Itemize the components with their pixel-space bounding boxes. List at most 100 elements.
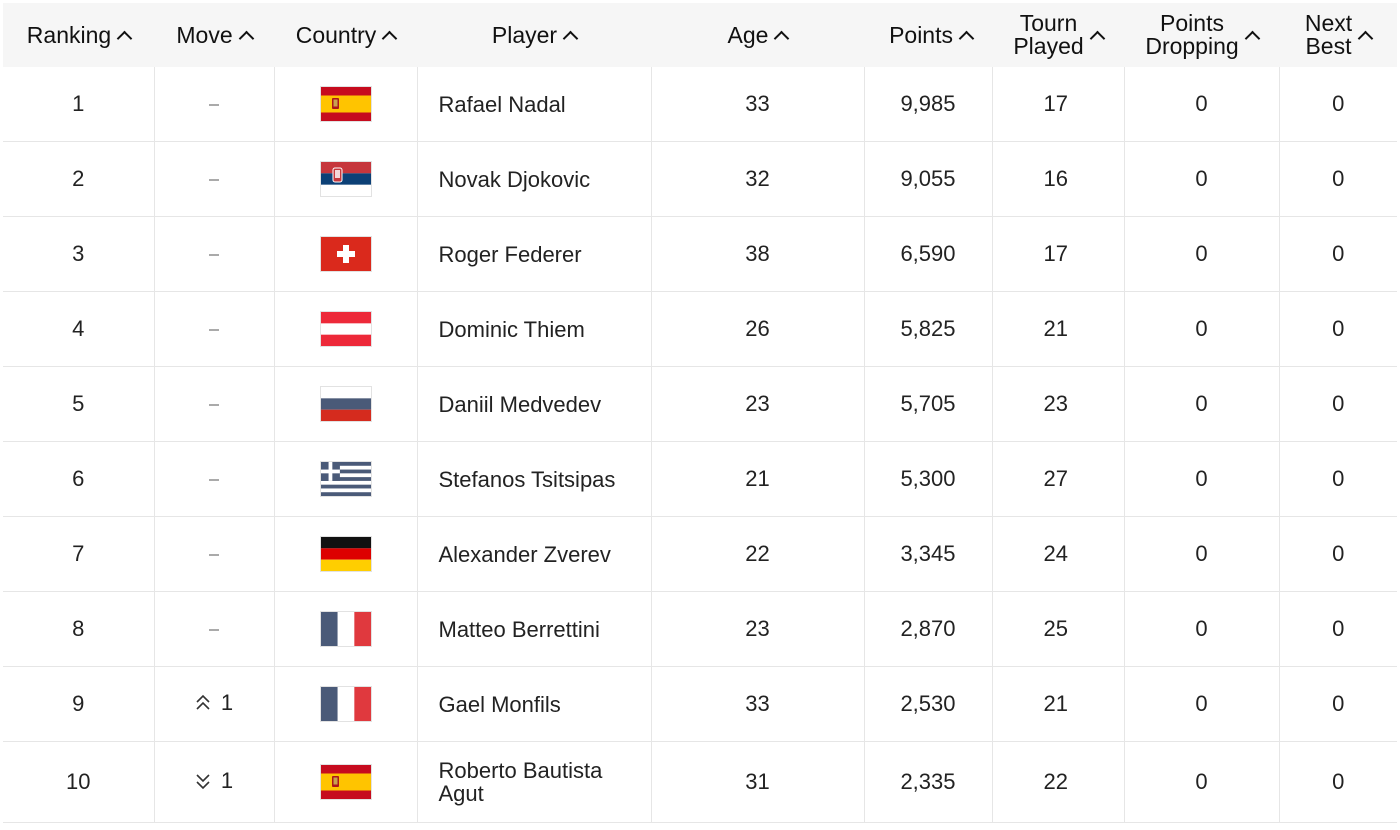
header-points-label: Points <box>889 21 953 48</box>
no-move-dash-icon <box>209 479 219 482</box>
cell-points-dropping: 0 <box>1124 67 1280 142</box>
table-row[interactable]: 6 Stefanos Tsitsipas 21 5,300 27 0 0 <box>3 441 1397 517</box>
header-points-dropping-label: Points Dropping <box>1145 12 1238 58</box>
player-name-link[interactable]: Gael Monfils <box>439 693 561 716</box>
spain-flag-icon <box>320 87 371 121</box>
cell-tourn-played: 22 <box>992 741 1125 823</box>
player-name-link[interactable]: Stefanos Tsitsipas <box>439 468 616 491</box>
move-up-icon <box>195 694 211 712</box>
table-row[interactable]: 1 Rafael Nadal 33 9,985 17 0 0 <box>3 67 1397 142</box>
cell-age: 32 <box>651 141 865 217</box>
header-tourn-played[interactable]: Tourn Played <box>992 3 1124 67</box>
cell-player[interactable]: Roberto Bautista Agut <box>417 741 652 823</box>
player-name-link[interactable]: Roberto Bautista Agut <box>439 759 629 805</box>
cell-next-best: 0 <box>1279 366 1397 442</box>
cell-age: 38 <box>651 216 865 292</box>
cell-next-best: 0 <box>1279 67 1397 142</box>
header-next-line2: Best <box>1305 33 1352 59</box>
cell-points-dropping: 0 <box>1124 291 1280 367</box>
cell-move <box>154 366 275 442</box>
cell-country <box>274 141 418 217</box>
header-player-label: Player <box>491 21 558 48</box>
header-ranking[interactable]: Ranking <box>3 3 154 67</box>
player-name-link[interactable]: Dominic Thiem <box>439 318 585 341</box>
cell-points-dropping: 0 <box>1124 666 1280 742</box>
cell-country <box>274 67 418 142</box>
player-name-link[interactable]: Alexander Zverev <box>439 543 611 566</box>
player-name-link[interactable]: Roger Federer <box>439 243 582 266</box>
table-row[interactable]: 5 Daniil Medvedev 23 5,705 23 0 0 <box>3 366 1397 442</box>
no-move-dash-icon <box>209 179 219 182</box>
cell-player[interactable]: Matteo Berrettini <box>417 591 652 667</box>
cell-move <box>154 441 275 517</box>
cell-next-best: 0 <box>1279 141 1397 217</box>
cell-points: 5,300 <box>864 441 993 517</box>
header-points-dropping[interactable]: Points Dropping <box>1124 3 1279 67</box>
cell-player[interactable]: Dominic Thiem <box>417 291 652 367</box>
cell-player[interactable]: Novak Djokovic <box>417 141 652 217</box>
switzerland-flag-icon <box>320 237 371 271</box>
no-move-dash-icon <box>209 104 219 107</box>
cell-points: 9,985 <box>864 67 993 142</box>
cell-ranking: 9 <box>3 666 155 742</box>
move-down-icon <box>195 772 211 790</box>
header-next-best-label: Next Best <box>1305 12 1352 58</box>
cell-tourn-played: 27 <box>992 441 1125 517</box>
cell-points: 2,335 <box>864 741 993 823</box>
cell-next-best: 0 <box>1279 441 1397 517</box>
cell-tourn-played: 23 <box>992 366 1125 442</box>
cell-next-best: 0 <box>1279 741 1397 823</box>
cell-move <box>154 291 275 367</box>
move-value: 1 <box>220 768 234 793</box>
cell-tourn-played: 25 <box>992 591 1125 667</box>
cell-ranking: 6 <box>3 441 155 517</box>
header-move[interactable]: Move <box>154 3 274 67</box>
table-row[interactable]: 9 1 Gael Monfils 33 2,530 21 0 0 <box>3 666 1397 742</box>
cell-next-best: 0 <box>1279 216 1397 292</box>
cell-move <box>154 516 275 592</box>
player-name-link[interactable]: Matteo Berrettini <box>439 618 600 641</box>
header-player[interactable]: Player <box>417 3 651 67</box>
no-move-dash-icon <box>209 554 219 557</box>
cell-points-dropping: 0 <box>1124 366 1280 442</box>
sort-caret-icon <box>774 30 790 46</box>
cell-age: 22 <box>651 516 865 592</box>
cell-points: 2,870 <box>864 591 993 667</box>
table-row[interactable]: 3 Roger Federer 38 6,590 17 0 0 <box>3 216 1397 292</box>
header-points[interactable]: Points <box>864 3 992 67</box>
table-row[interactable]: 7 Alexander Zverev 22 3,345 24 0 0 <box>3 516 1397 592</box>
cell-player[interactable]: Stefanos Tsitsipas <box>417 441 652 517</box>
cell-tourn-played: 21 <box>992 666 1125 742</box>
table-row[interactable]: 10 1 Roberto Bautista Agut 31 2,335 22 0 0 <box>3 741 1397 823</box>
header-age[interactable]: Age <box>651 3 864 67</box>
header-country[interactable]: Country <box>274 3 417 67</box>
header-next-best[interactable]: Next Best <box>1279 3 1397 67</box>
player-name-link[interactable]: Novak Djokovic <box>439 168 591 191</box>
cell-move: 1 <box>154 741 275 823</box>
greece-flag-icon <box>320 462 371 496</box>
table-row[interactable]: 4 Dominic Thiem 26 5,825 21 0 0 <box>3 291 1397 367</box>
cell-country <box>274 516 418 592</box>
cell-player[interactable]: Roger Federer <box>417 216 652 292</box>
cell-ranking: 8 <box>3 591 155 667</box>
cell-player[interactable]: Rafael Nadal <box>417 67 652 142</box>
table-row[interactable]: 2 Novak Djokovic 32 9,055 16 0 0 <box>3 141 1397 217</box>
cell-country <box>274 291 418 367</box>
cell-move <box>154 67 275 142</box>
cell-country <box>274 441 418 517</box>
table-row[interactable]: 8 Matteo Berrettini 23 2,870 25 0 0 <box>3 591 1397 667</box>
russia-flag-icon <box>320 387 371 421</box>
rankings-table-container: Ranking Move Country Player Age Points T… <box>3 3 1397 823</box>
sort-caret-icon <box>238 30 254 46</box>
cell-player[interactable]: Gael Monfils <box>417 666 652 742</box>
player-name-link[interactable]: Daniil Medvedev <box>439 393 602 416</box>
cell-points-dropping: 0 <box>1124 441 1280 517</box>
cell-player[interactable]: Alexander Zverev <box>417 516 652 592</box>
no-move-dash-icon <box>209 329 219 332</box>
no-move-dash-icon <box>209 404 219 407</box>
cell-player[interactable]: Daniil Medvedev <box>417 366 652 442</box>
cell-next-best: 0 <box>1279 516 1397 592</box>
player-name-link[interactable]: Rafael Nadal <box>439 93 566 116</box>
cell-points: 2,530 <box>864 666 993 742</box>
germany-flag-icon <box>320 537 371 571</box>
